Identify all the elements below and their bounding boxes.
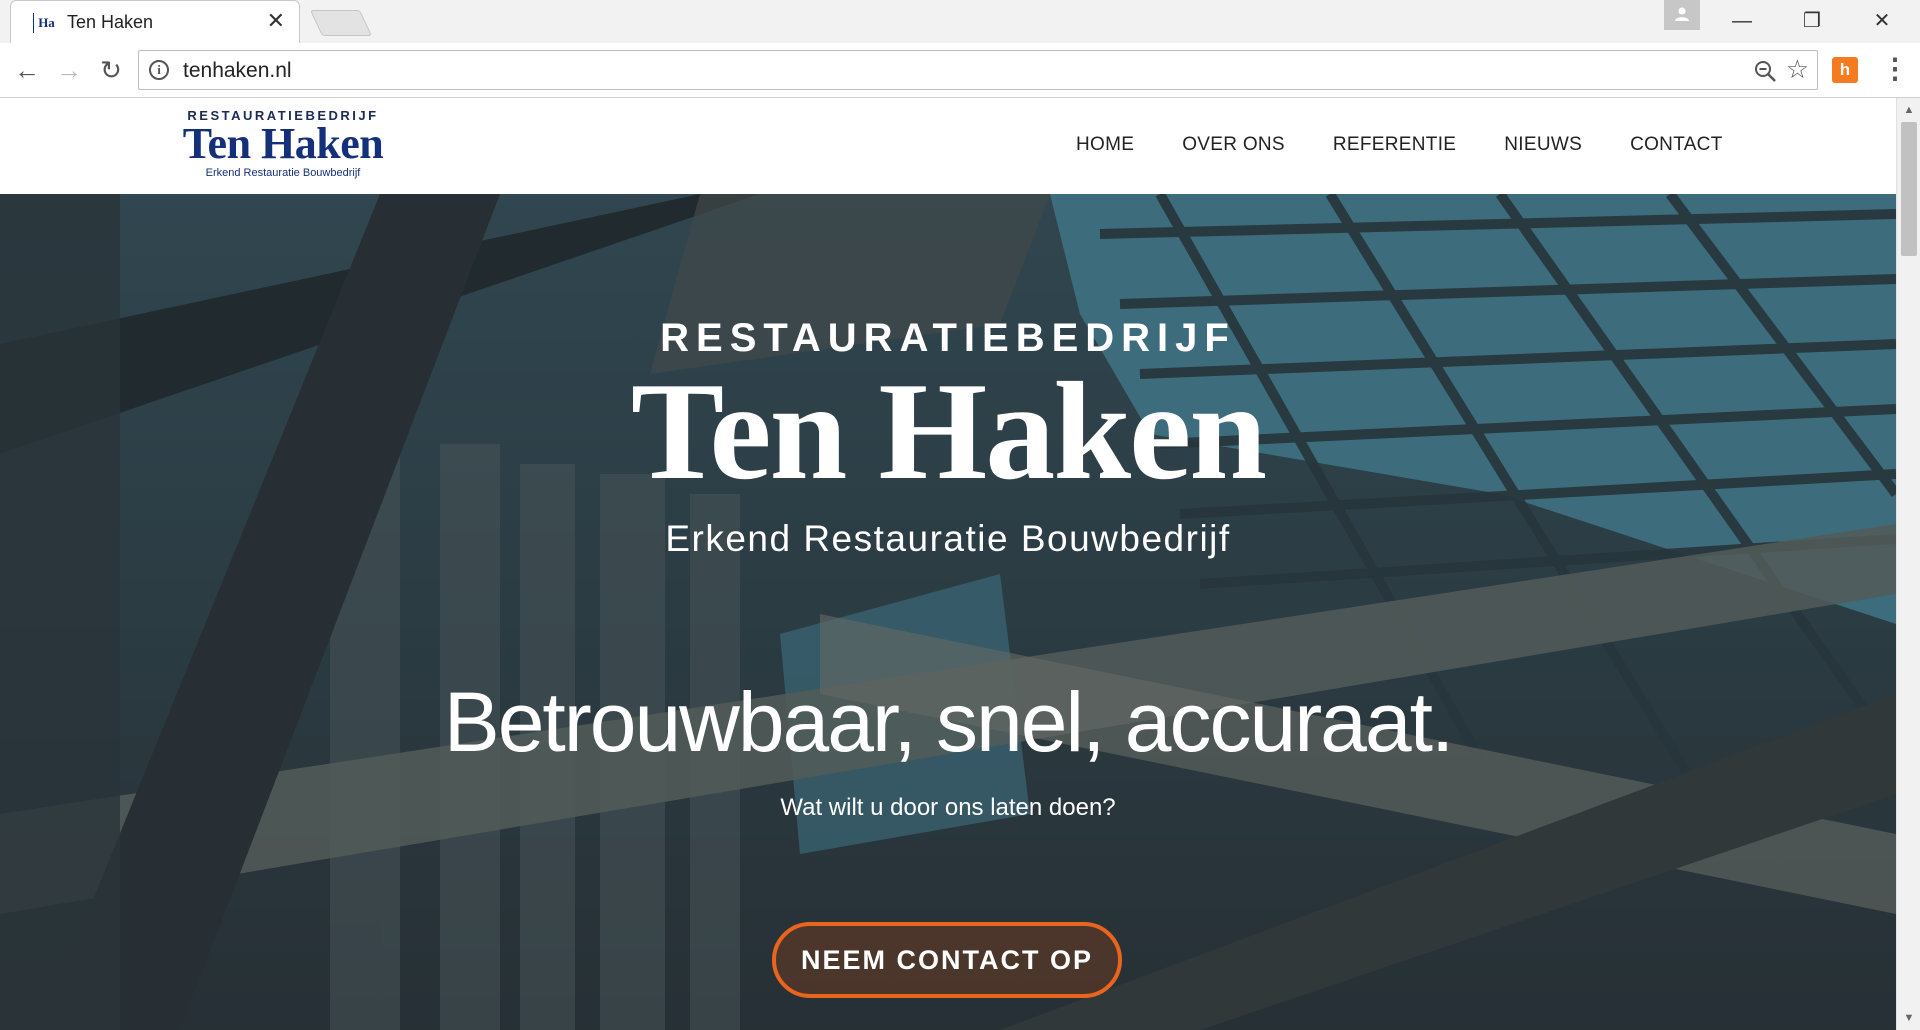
zoom-out-icon[interactable] bbox=[1753, 59, 1777, 83]
hero-headline: Betrouwbaar, snel, accuraat. bbox=[443, 675, 1455, 769]
scroll-up-icon[interactable]: ▲ bbox=[1897, 100, 1920, 120]
back-arrow-icon[interactable]: ← bbox=[12, 55, 42, 85]
hero-tagline: Erkend Restauratie Bouwbedrijf bbox=[665, 518, 1231, 559]
forward-arrow-icon[interactable]: → bbox=[54, 55, 84, 85]
browser-menu-icon[interactable]: ⋮ bbox=[1880, 55, 1910, 85]
nav-nieuws[interactable]: NIEUWS bbox=[1504, 134, 1582, 156]
page-scrollbar[interactable]: ▲ ▼ bbox=[1896, 98, 1920, 1030]
scroll-down-icon[interactable]: ▼ bbox=[1897, 1008, 1920, 1028]
url-text[interactable]: tenhaken.nl bbox=[183, 59, 292, 83]
minimize-icon[interactable]: — bbox=[1722, 6, 1762, 36]
browser-tabstrip: Ha Ten Haken ✕ — ❐ ✕ bbox=[0, 0, 1920, 43]
tab-close-icon[interactable]: ✕ bbox=[267, 10, 285, 32]
tab-title: Ten Haken bbox=[67, 12, 154, 32]
nav-contact[interactable]: CONTACT bbox=[1630, 134, 1723, 156]
site-favicon-icon: Ha bbox=[33, 13, 59, 33]
logo-main-text: Ten Haken bbox=[182, 119, 384, 168]
site-logo[interactable]: RESTAURATIEBEDRIJF Ten Haken Erkend Rest… bbox=[178, 108, 388, 179]
site-header: RESTAURATIEBEDRIJF Ten Haken Erkend Rest… bbox=[0, 98, 1896, 194]
nav-home[interactable]: HOME bbox=[1076, 134, 1134, 156]
profile-avatar-icon[interactable] bbox=[1664, 0, 1700, 30]
hubspot-extension-icon[interactable]: h bbox=[1832, 57, 1858, 83]
logo-sub-text: Erkend Restauratie Bouwbedrijf bbox=[205, 167, 361, 179]
address-bar[interactable]: i tenhaken.nl ☆ bbox=[138, 50, 1818, 90]
main-nav: HOME OVER ONS REFERENTIE NIEUWS CONTACT bbox=[1076, 134, 1771, 156]
restore-icon[interactable]: ❐ bbox=[1792, 6, 1832, 36]
hero-question: Wat wilt u door ons laten doen? bbox=[780, 794, 1116, 821]
nav-over-ons[interactable]: OVER ONS bbox=[1182, 134, 1285, 156]
hero-section: RESTAURATIEBEDRIJF Ten Haken Erkend Rest… bbox=[0, 194, 1896, 1030]
window-close-icon[interactable]: ✕ bbox=[1862, 6, 1902, 36]
contact-cta-button[interactable]: NEEM CONTACT OP bbox=[772, 922, 1122, 998]
reload-icon[interactable]: ↻ bbox=[96, 55, 126, 85]
page-viewport: RESTAURATIEBEDRIJF Ten Haken Erkend Rest… bbox=[0, 98, 1896, 1030]
hero-brand-title: Ten Haken bbox=[630, 354, 1267, 509]
nav-referentie[interactable]: REFERENTIE bbox=[1333, 134, 1456, 156]
browser-toolbar: ← → ↻ i tenhaken.nl ☆ h ⋮ bbox=[0, 43, 1920, 98]
browser-tab[interactable]: Ha Ten Haken ✕ bbox=[10, 0, 300, 43]
new-tab-button[interactable] bbox=[309, 10, 373, 36]
site-info-icon[interactable]: i bbox=[149, 60, 169, 80]
bookmark-star-icon[interactable]: ☆ bbox=[1786, 54, 1809, 84]
scroll-thumb[interactable] bbox=[1901, 122, 1917, 256]
